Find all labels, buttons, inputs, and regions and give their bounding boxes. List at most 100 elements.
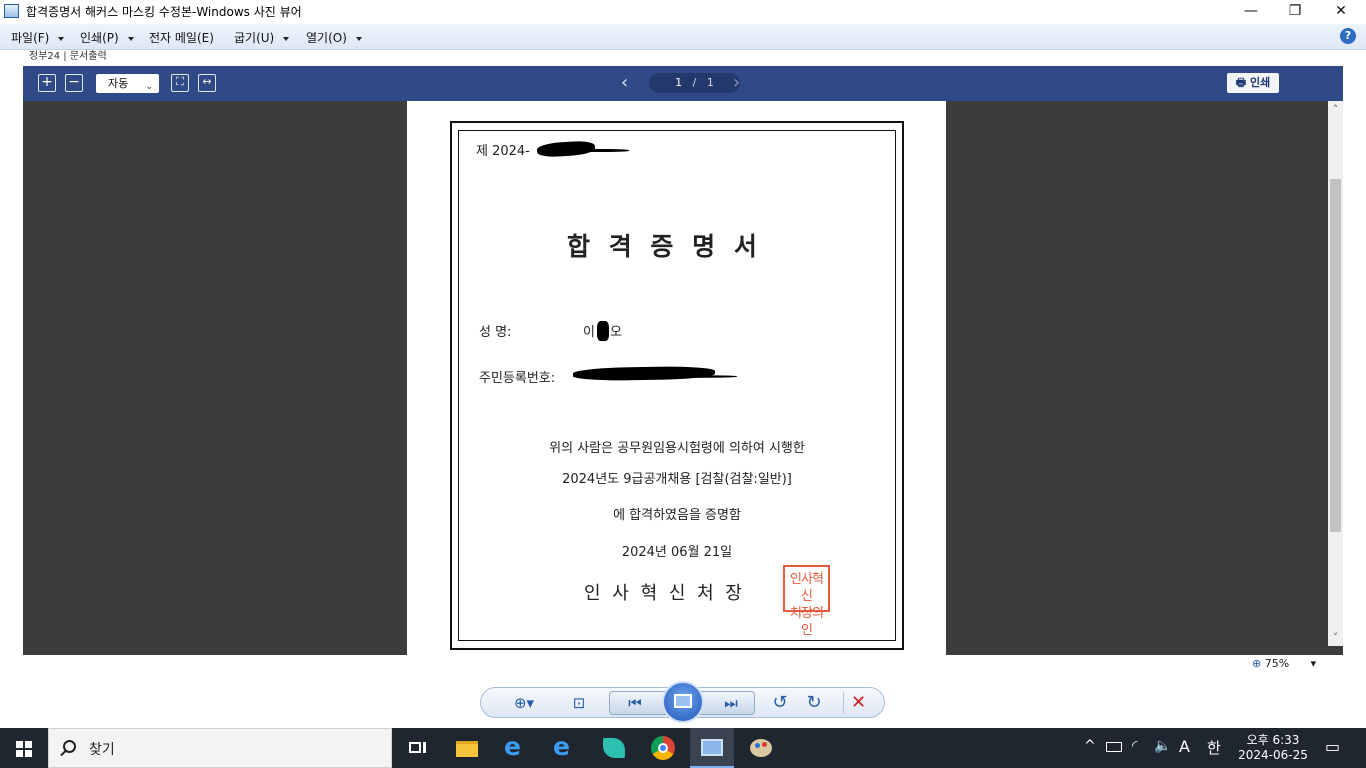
windows-logo-icon (25, 741, 32, 748)
certificate-outer-border: 제 2024- 합 격 증 명 서 성 명: 이 오 주민등록번호: 위의 사람… (450, 121, 904, 650)
previous-image-icon[interactable]: ⏮ (621, 692, 649, 714)
scrollbar-thumb[interactable] (1330, 179, 1341, 532)
chrome-browser-icon[interactable] (648, 733, 678, 763)
clock-time[interactable]: 오후 6:33 (1243, 731, 1303, 748)
task-view-icon[interactable] (401, 733, 431, 763)
clock-date[interactable]: 2024-06-25 (1236, 748, 1310, 762)
vertical-scrollbar[interactable]: ˄ ˅ (1328, 101, 1343, 646)
menu-email-label: 전자 메일(E) (149, 31, 214, 45)
menu-burn[interactable]: 굽기(U) (234, 29, 290, 46)
print-button[interactable]: 🖶 인쇄 (1227, 73, 1279, 93)
control-pill: ⊕▾ ⊡ ⏮ ⏭ ↺ ↻ ✕ (480, 681, 885, 723)
page-separator: / (692, 76, 697, 89)
scroll-up-icon[interactable]: ˄ (1328, 103, 1343, 116)
ime-language-indicator[interactable]: 한 (1207, 737, 1221, 758)
magnifier-icon: ⊕ (1252, 657, 1262, 670)
document-header-strip: 정부24 | 문서출력 (23, 50, 1343, 66)
seal-line-1: 인사혁신 (790, 572, 824, 604)
rotate-left-icon[interactable]: ↺ (767, 692, 793, 714)
body-line-3: 에 합격하였음을 증명함 (613, 508, 741, 523)
network-icon[interactable]: ◜ (1132, 738, 1137, 754)
search-icon (63, 740, 76, 753)
name-label: 성 명: (479, 325, 512, 340)
windows-logo-icon (16, 750, 23, 757)
title-bar: 합격증명서 해커스 마스킹 수정본-Windows 사진 뷰어 — ❐ ✕ (0, 0, 1366, 24)
restore-button[interactable]: ❐ (1272, 0, 1318, 24)
name-value-end: 오 (610, 325, 622, 340)
tray-expand-icon[interactable]: ^ (1084, 738, 1096, 754)
rotate-right-icon[interactable]: ↻ (801, 692, 827, 714)
photo-viewer-taskbar-icon[interactable] (690, 728, 734, 768)
edge-browser-icon[interactable]: e (550, 733, 580, 763)
name-value-start: 이 (583, 325, 595, 340)
battery-icon[interactable] (1106, 742, 1122, 752)
taskbar: 찾기 e e ^ ◜ 🔈 A 한 오후 6:33 2024-06-25 ▭ (0, 728, 1366, 768)
body-line-2: 2024년도 9급공개채용 [검찰(검찰:일반)] (562, 472, 792, 487)
windows-logo-icon (16, 741, 23, 748)
zoom-level-indicator[interactable]: ⊕ 75% ▾ (1252, 657, 1316, 670)
page-indicator[interactable]: 1 / 1 (649, 73, 740, 93)
next-page-icon[interactable]: › (733, 73, 740, 93)
internet-explorer-icon[interactable]: e (501, 733, 531, 763)
menu-bar: 파일(F) 인쇄(P) 전자 메일(E) 굽기(U) 열기(O) ? (0, 24, 1366, 50)
viewer-control-bar: ⊕▾ ⊡ ⏮ ⏭ ↺ ↻ ✕ (0, 672, 1366, 728)
document-toolbar: + − 자동 ⌄ ⛶ ↔ ‹ 1 / 1 › 🖶 인쇄 (23, 66, 1343, 101)
redaction-mark (569, 149, 629, 152)
fit-page-icon[interactable]: ⛶ (171, 74, 189, 92)
menu-burn-label: 굽기(U) (234, 31, 275, 45)
ime-mode-indicator[interactable]: A (1179, 737, 1190, 756)
certificate-page: 제 2024- 합 격 증 명 서 성 명: 이 오 주민등록번호: 위의 사람… (407, 101, 946, 655)
previous-page-icon[interactable]: ‹ (621, 73, 628, 93)
menu-open-label: 열기(O) (306, 31, 347, 45)
paint-app-icon[interactable] (746, 733, 776, 763)
official-seal: 인사혁신 처장의인 (783, 565, 830, 638)
app-shortcut-icon[interactable] (599, 733, 629, 763)
close-button[interactable]: ✕ (1318, 0, 1364, 24)
next-image-icon[interactable]: ⏭ (717, 692, 745, 714)
redaction-mark (573, 375, 737, 378)
zoom-in-icon[interactable]: + (38, 74, 56, 92)
slideshow-button[interactable] (662, 681, 704, 723)
redaction-mark (597, 321, 609, 341)
window-title: 합격증명서 해커스 마스킹 수정본-Windows 사진 뷰어 (26, 5, 302, 19)
issuer-name: 인 사 혁 신 처 장 (584, 583, 745, 604)
chevron-down-icon: ⌄ (145, 82, 153, 92)
print-button-label: 인쇄 (1249, 76, 1271, 89)
document-header-text: 정부24 | 문서출력 (29, 51, 107, 62)
zoom-icon[interactable]: ⊕▾ (507, 692, 541, 714)
certificate-inner-border: 제 2024- 합 격 증 명 서 성 명: 이 오 주민등록번호: 위의 사람… (458, 130, 896, 641)
fit-width-icon[interactable]: ↔ (198, 74, 216, 92)
zoom-level-value: 75% (1264, 657, 1290, 670)
help-icon[interactable]: ? (1340, 28, 1356, 44)
menu-file[interactable]: 파일(F) (11, 29, 65, 46)
scroll-down-icon[interactable]: ˅ (1328, 631, 1343, 644)
menu-email[interactable]: 전자 메일(E) (149, 29, 214, 46)
delete-icon[interactable]: ✕ (843, 692, 873, 714)
body-line-1: 위의 사람은 공무원임용시험령에 의하여 시행한 (549, 441, 805, 456)
zoom-mode-value: 자동 (108, 77, 129, 90)
zoom-mode-select[interactable]: 자동 ⌄ (96, 74, 159, 93)
seal-line-2: 처장의인 (790, 606, 824, 638)
taskbar-search-box[interactable]: 찾기 (48, 728, 392, 768)
menu-open[interactable]: 열기(O) (306, 29, 362, 46)
certificate-number: 제 2024- (476, 144, 530, 159)
volume-icon[interactable]: 🔈 (1154, 738, 1171, 754)
search-placeholder: 찾기 (89, 742, 115, 758)
chevron-down-icon (283, 36, 290, 41)
minimize-button[interactable]: — (1228, 0, 1274, 24)
zoom-out-icon[interactable]: − (65, 74, 83, 92)
photo-viewer-app-icon (4, 4, 19, 18)
windows-logo-icon (25, 750, 32, 757)
file-explorer-icon[interactable] (451, 733, 481, 763)
slideshow-icon (674, 694, 692, 708)
chevron-down-icon: ▾ (1310, 657, 1317, 670)
start-button[interactable] (0, 728, 48, 768)
total-pages: 1 (706, 76, 714, 89)
redaction-mark (572, 365, 716, 382)
menu-print-label: 인쇄(P) (80, 31, 119, 45)
notification-icon[interactable]: ▭ (1325, 737, 1340, 756)
current-page: 1 (675, 76, 683, 89)
actual-size-icon[interactable]: ⊡ (565, 692, 593, 714)
image-viewport: 정부24 | 문서출력 + − 자동 ⌄ ⛶ ↔ ‹ 1 / 1 › 🖶 인쇄 … (23, 50, 1343, 655)
menu-print[interactable]: 인쇄(P) (80, 29, 134, 46)
